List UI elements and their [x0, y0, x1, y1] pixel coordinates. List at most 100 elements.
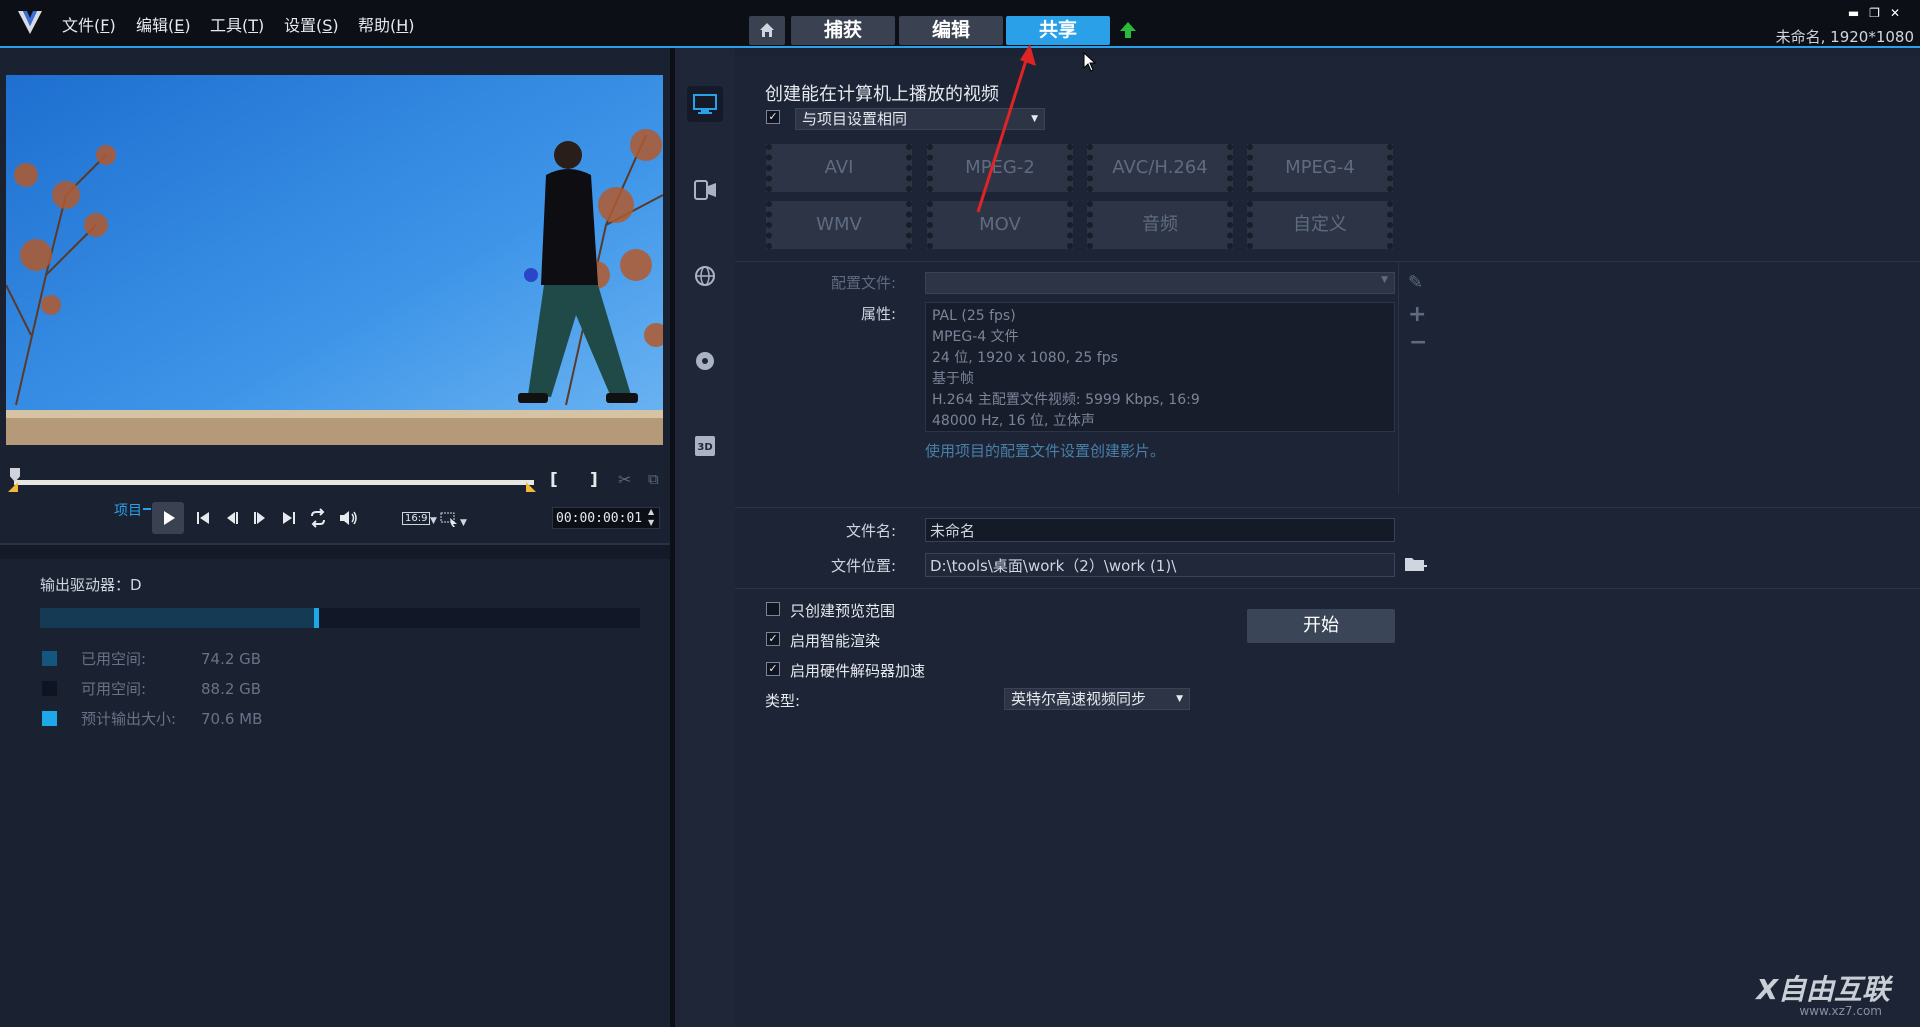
3d-category-button[interactable]: 3D — [687, 428, 723, 464]
output-drive-title: 输出驱动器：D — [40, 576, 142, 594]
browse-folder-icon[interactable] — [1404, 554, 1428, 574]
aspect-ratio-button[interactable]: 16:9 — [402, 512, 431, 525]
drive-estimate-marker — [314, 608, 319, 628]
watermark: X自由互联 — [1756, 973, 1890, 1006]
preview-range-label: 只创建预览范围 — [790, 602, 896, 620]
file-location-input[interactable]: D:\tools\桌面\work（2）\work (1)\ — [925, 553, 1395, 577]
video-preview[interactable] — [6, 75, 663, 445]
upload-arrow-icon[interactable] — [1118, 20, 1138, 40]
property-line: 48000 Hz, 16 位, 立体声 — [932, 413, 1095, 429]
title-bar: 文件(F) 编辑(E) 工具(T) 设置(S) 帮助(H) 捕获 编辑 共享 ▬… — [0, 0, 1920, 48]
device-category-button[interactable] — [687, 172, 723, 208]
format-avc-button[interactable]: AVC/H.264 — [1087, 144, 1233, 192]
smart-render-label: 启用智能渲染 — [790, 632, 881, 650]
timecode-stepper[interactable]: ▲ ▼ — [648, 506, 654, 528]
previous-frame-icon[interactable] — [224, 509, 242, 527]
profile-area-divider — [1398, 262, 1399, 494]
repeat-icon[interactable] — [308, 508, 328, 528]
trim-in-marker[interactable] — [8, 482, 18, 492]
scrubber-track — [14, 480, 534, 485]
section-divider — [735, 507, 1920, 508]
restore-icon[interactable]: ❐ — [1869, 6, 1890, 20]
legend-free: 可用空间: 88.2 GB — [42, 678, 261, 699]
aspect-dropdown-icon[interactable]: ▼ — [430, 516, 437, 526]
format-mpeg4-button[interactable]: MPEG-4 — [1247, 144, 1393, 192]
profile-select[interactable]: ▼ — [925, 272, 1395, 294]
dropdown-arrow-icon: ▼ — [1176, 694, 1183, 704]
menu-edit[interactable]: 编辑(E) — [136, 12, 191, 36]
play-icon — [164, 511, 175, 525]
project-mode-dash — [143, 508, 151, 510]
svg-text:3D: 3D — [697, 442, 712, 453]
monitor-icon — [693, 94, 717, 114]
section-divider — [735, 261, 1920, 262]
share-category-sidebar: 3D — [675, 48, 735, 1027]
mobile-device-icon — [694, 180, 716, 200]
mouse-cursor-icon — [1083, 52, 1097, 72]
filename-label: 文件名: — [845, 522, 896, 540]
timeline-scrubber[interactable]: [ ] ✂ ⧉ — [8, 468, 659, 496]
annotation-arrow-icon — [976, 44, 1036, 213]
3d-icon: 3D — [695, 436, 715, 456]
share-heading: 创建能在计算机上播放的视频 — [765, 84, 999, 105]
drive-usage-fill — [40, 608, 314, 628]
filename-input[interactable]: 未命名 — [925, 518, 1395, 542]
volume-icon[interactable] — [338, 508, 358, 528]
hw-decode-label: 启用硬件解码器加速 — [790, 662, 926, 680]
go-to-end-icon[interactable] — [280, 509, 298, 527]
globe-icon — [695, 266, 715, 286]
profile-label: 配置文件: — [830, 274, 896, 292]
project-mode-label[interactable]: 项目 — [114, 500, 142, 520]
drive-usage-bar — [40, 608, 640, 628]
menu-help[interactable]: 帮助(H) — [358, 12, 415, 36]
property-line: MPEG-4 文件 — [932, 329, 1019, 345]
hw-decode-checkbox[interactable]: ✓ — [766, 662, 780, 676]
disc-category-button[interactable] — [687, 343, 723, 379]
timecode-field[interactable]: 00:00:00:01 — [552, 507, 660, 529]
preview-image — [6, 75, 663, 445]
property-line: PAL (25 fps) — [932, 308, 1016, 324]
format-avi-button[interactable]: AVI — [766, 144, 912, 192]
web-category-button[interactable] — [687, 258, 723, 294]
format-custom-button[interactable]: 自定义 — [1247, 201, 1393, 249]
dropdown-arrow-icon: ▼ — [1381, 275, 1388, 285]
play-button[interactable] — [152, 502, 184, 534]
smart-render-checkbox[interactable]: ✓ — [766, 632, 780, 646]
tab-home[interactable] — [749, 16, 785, 45]
display-mode-icon[interactable] — [440, 512, 460, 528]
menu-file[interactable]: 文件(F) — [62, 12, 116, 36]
start-button[interactable]: 开始 — [1247, 609, 1395, 643]
same-as-project-checkbox[interactable]: ✓ — [766, 110, 780, 124]
format-wmv-button[interactable]: WMV — [766, 201, 912, 249]
section-divider — [735, 588, 1920, 589]
edit-profile-icon[interactable]: ✎ — [1408, 272, 1423, 293]
computer-category-button[interactable] — [687, 86, 723, 122]
mark-in-icon[interactable]: [ — [550, 470, 558, 490]
go-to-start-icon[interactable] — [194, 509, 212, 527]
project-info: 未命名, 1920*1080 — [1775, 28, 1914, 46]
add-profile-icon[interactable]: + — [1408, 302, 1426, 327]
display-mode-dropdown-icon[interactable]: ▼ — [460, 518, 467, 528]
tab-capture[interactable]: 捕获 — [791, 16, 895, 45]
minimize-icon[interactable]: ▬ — [1848, 6, 1869, 20]
disc-icon — [696, 352, 714, 370]
format-audio-button[interactable]: 音频 — [1087, 201, 1233, 249]
next-frame-icon[interactable] — [250, 509, 268, 527]
scissors-icon[interactable]: ✂ — [618, 470, 631, 489]
legend-estimated: 预计输出大小: 70.6 MB — [42, 708, 262, 729]
file-location-label: 文件位置: — [830, 557, 896, 575]
home-icon — [760, 23, 774, 37]
preview-range-checkbox[interactable] — [766, 602, 780, 616]
close-icon[interactable]: ✕ — [1890, 6, 1910, 20]
remove-profile-icon[interactable]: − — [1409, 330, 1427, 355]
menu-settings[interactable]: 设置(S) — [284, 12, 339, 36]
properties-box: PAL (25 fps) MPEG-4 文件 24 位, 1920 x 1080… — [925, 302, 1395, 432]
mark-out-icon[interactable]: ] — [590, 470, 598, 490]
legend-used: 已用空间: 74.2 GB — [42, 648, 261, 669]
menu-tools[interactable]: 工具(T) — [210, 12, 264, 36]
copy-clip-icon[interactable]: ⧉ — [648, 470, 659, 488]
type-label: 类型: — [765, 692, 801, 710]
type-select[interactable]: 英特尔高速视频同步 ▼ — [1004, 688, 1190, 710]
window-controls[interactable]: ▬❐✕ — [1848, 6, 1910, 20]
app-logo-icon — [18, 11, 42, 34]
